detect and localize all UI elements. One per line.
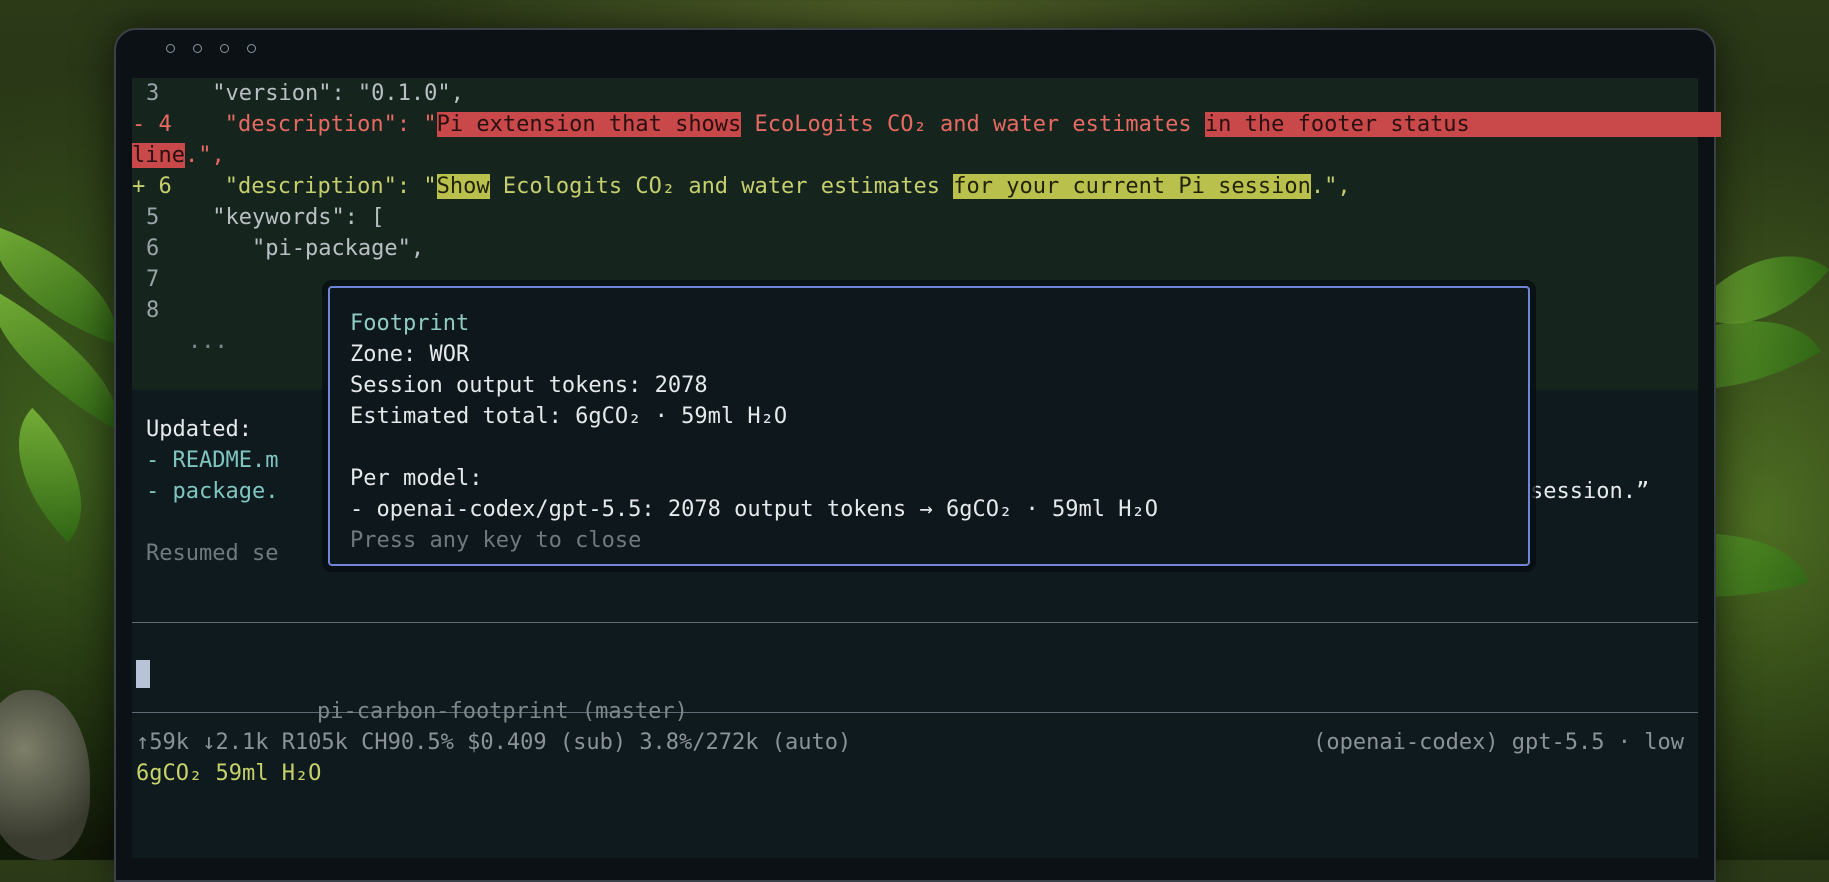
line-content: "pi-package",	[251, 236, 425, 261]
popup-close-hint: Press any key to close	[350, 528, 642, 553]
line-key: "description": "	[224, 112, 437, 137]
line-content: "version": "0.1.0",	[212, 81, 464, 106]
monitor-frame: 3 "version": "0.1.0", - 4 "description":…	[114, 28, 1722, 882]
status-model: (openai-codex) gpt-5.5 · low	[1313, 730, 1684, 755]
diff-marker: + 6	[132, 174, 172, 199]
popup-session-tokens: Session output tokens: 2078	[350, 373, 708, 398]
log-item-package: - package.	[146, 479, 279, 504]
popup-per-model-label: Per model:	[350, 466, 483, 491]
diff-line-added: + 6 "description": "Show Ecologits CO₂ a…	[132, 171, 1351, 202]
diff-line: 8	[146, 295, 159, 326]
line-number: 8	[146, 298, 160, 323]
log-item-readme: - README.m	[146, 448, 279, 473]
log-item-package-tail: session.”	[1530, 479, 1650, 504]
maximize-icon[interactable]	[220, 44, 229, 53]
diff-line-removed: - 4 "description": "Pi extension that sh…	[132, 109, 1722, 140]
diff-line: 3 "version": "0.1.0",	[146, 78, 464, 109]
line-number: 7	[146, 267, 160, 292]
status-project: pi-carbon-footprint (master)	[317, 699, 688, 724]
line-middle: Ecologits CO₂ and water estimates	[489, 174, 954, 199]
line-tail: .",	[184, 143, 225, 168]
footprint-popup[interactable]: Footprint Zone: WOR Session output token…	[328, 286, 1530, 566]
diff-line-removed-wrap: line.",	[132, 140, 225, 171]
minimize-icon[interactable]	[193, 44, 202, 53]
status-stats: ↑59k ↓2.1k R105k CH90.5% $0.409 (sub) 3.…	[136, 730, 852, 755]
line-number: 3	[146, 81, 160, 106]
line-key: "description": "	[224, 174, 437, 199]
input-separator-top	[132, 622, 1698, 623]
removed-highlight: in the footer status	[1204, 112, 1470, 137]
diff-line: 6 "pi-package",	[146, 233, 424, 264]
added-highlight: Show	[436, 174, 490, 199]
close-icon[interactable]	[166, 44, 175, 53]
popup-per-model-entry: - openai-codex/gpt-5.5: 2078 output toke…	[350, 497, 1158, 522]
diff-line: 7	[146, 264, 159, 295]
status-footprint: 6gCO₂ 59ml H₂O	[136, 761, 322, 786]
popup-zone: Zone: WOR	[350, 342, 470, 367]
background-leaf	[0, 407, 118, 543]
background-rock	[0, 690, 90, 860]
window-controls	[166, 44, 256, 53]
removed-highlight: line	[132, 143, 185, 168]
menu-icon[interactable]	[247, 44, 256, 53]
diff-line: 5 "keywords": [	[146, 202, 384, 233]
diff-marker: - 4	[132, 112, 172, 137]
line-number: 5	[146, 205, 160, 230]
line-tail: .",	[1310, 174, 1351, 199]
line-content: "keywords": [	[212, 205, 385, 230]
log-updated-label: Updated:	[146, 417, 252, 442]
line-middle: EcoLogits CO₂ and water estimates	[741, 112, 1205, 137]
diff-ellipsis: ...	[188, 329, 228, 354]
line-number: 6	[146, 236, 160, 261]
removed-highlight: Pi extension that shows	[436, 112, 742, 137]
input-cursor[interactable]	[136, 660, 150, 688]
log-resumed: Resumed se	[146, 541, 279, 566]
popup-estimated-total: Estimated total: 6gCO₂ · 59ml H₂O	[350, 404, 788, 429]
terminal-screen: 3 "version": "0.1.0", - 4 "description":…	[132, 78, 1722, 858]
added-highlight: for your current Pi session	[953, 174, 1311, 199]
popup-title: Footprint	[350, 311, 470, 336]
